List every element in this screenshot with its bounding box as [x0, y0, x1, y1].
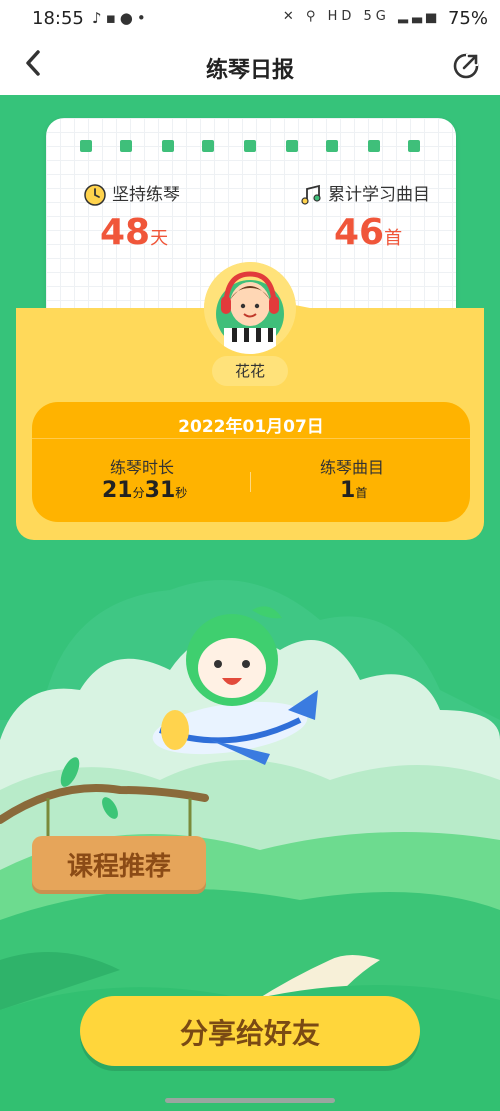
practice-duration-value: 21分31秒 [102, 478, 187, 503]
daily-report-panel: 2022年01月07日 练琴时长 练琴曲目 21分31秒 1首 [32, 402, 470, 522]
songs-number: 46 [334, 212, 385, 253]
binding-ring [80, 140, 92, 152]
share-button-label: 分享给好友 [179, 1017, 320, 1050]
persist-practice-stat: 坚持练琴 [84, 180, 180, 206]
daily-songs-number: 1 [340, 478, 356, 503]
binding-ring [244, 140, 256, 152]
binding-ring [120, 140, 132, 152]
home-indicator[interactable] [165, 1098, 335, 1103]
battery-level: 75% [447, 8, 488, 29]
status-right-icons: ✕ ⚲ HD 5G ▂▃▅ [283, 9, 440, 24]
practice-songs-label: 练琴曲目 [320, 458, 385, 477]
minutes-unit: 分 [132, 486, 145, 500]
status-bar: 18:55 ♪▪●• ✕ ⚲ HD 5G ▂▃▅ 75% [0, 0, 500, 40]
course-recommend-label: 课程推荐 [66, 852, 171, 882]
avatar [204, 262, 296, 354]
panel-divider [32, 438, 470, 439]
music-note-icon [301, 184, 321, 205]
persist-number: 48 [100, 212, 151, 253]
status-time: 18:55 [32, 8, 84, 29]
page-title: 练琴日报 [205, 58, 294, 83]
location-icon: ⚲ [305, 9, 320, 24]
songs-unit: 首 [384, 228, 403, 249]
avatar-image [204, 262, 296, 354]
clock-icon [84, 184, 106, 206]
dot-icon: • [136, 9, 150, 27]
5g-icon: 5G [363, 9, 390, 24]
seconds-value: 31 [144, 478, 176, 503]
persist-days-value: 48天 [100, 212, 168, 253]
songs-label: 累计学习曲目 [328, 185, 430, 205]
daily-songs-unit: 首 [355, 486, 368, 500]
binding-ring [286, 140, 298, 152]
share-to-friends-button[interactable]: 分享给好友 [80, 996, 420, 1066]
status-left-icons: ♪▪●• [92, 9, 150, 27]
binding-ring [202, 140, 214, 152]
hd-icon: HD [327, 9, 356, 24]
binding-ring [326, 140, 338, 152]
metric-divider [250, 472, 251, 492]
minutes-value: 21 [102, 478, 133, 503]
user-name-tag: 花花 [212, 356, 288, 386]
binding-ring [368, 140, 380, 152]
songs-count-value: 46首 [334, 212, 402, 253]
practice-duration-label: 练琴时长 [110, 458, 175, 477]
top-app-bar: 练琴日报 [0, 40, 500, 95]
course-recommend-sign[interactable]: 课程推荐 [32, 836, 206, 894]
mute-icon: ✕ [282, 9, 298, 24]
persist-unit: 天 [150, 228, 169, 249]
silent-mode-icon: ♪ [92, 9, 106, 27]
share-icon[interactable] [452, 52, 480, 80]
binding-ring [162, 140, 174, 152]
practice-songs-value: 1首 [340, 478, 367, 503]
binding-ring [408, 140, 420, 152]
message-icon: ▪ [105, 9, 120, 27]
seconds-unit: 秒 [175, 486, 188, 500]
account-icon: ● [119, 9, 137, 27]
report-date: 2022年01月07日 [178, 417, 324, 437]
songs-learned-stat: 累计学习曲目 [300, 180, 430, 206]
signal-icon: ▂▃▅ [398, 9, 440, 24]
persist-label: 坚持练琴 [112, 185, 180, 205]
